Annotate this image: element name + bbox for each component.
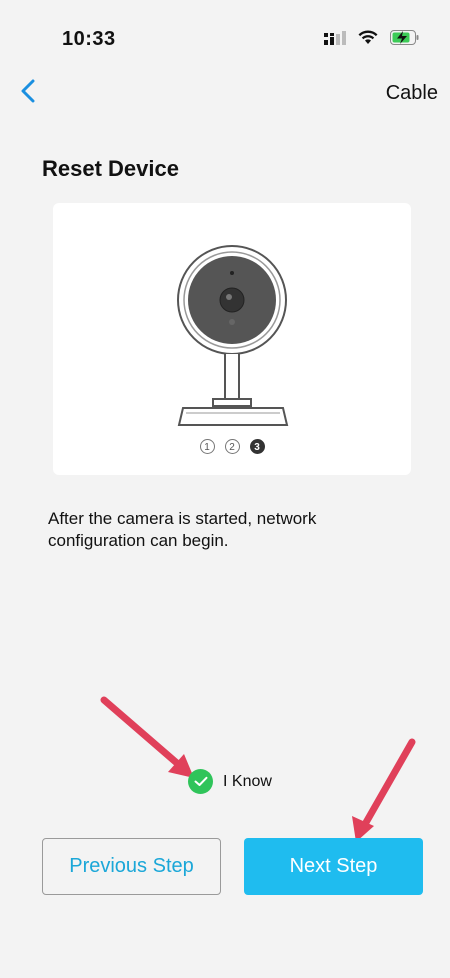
camera-image	[177, 245, 289, 426]
red-arrow-icon-right	[352, 738, 416, 842]
page-title: Reset Device	[42, 156, 179, 181]
i-know-checkbox[interactable]: I Know	[188, 769, 272, 794]
i-know-label: I Know	[223, 772, 272, 790]
back-button[interactable]	[14, 76, 42, 110]
red-arrow-icon-left	[100, 696, 194, 778]
cable-button[interactable]: Cable	[386, 82, 438, 105]
description-text: After the camera is started, network con…	[48, 509, 317, 550]
step-indicator: 1 2 3	[53, 439, 411, 454]
previous-step-button[interactable]: Previous Step	[42, 838, 221, 895]
status-time: 10:33	[62, 28, 116, 50]
step-2: 2	[224, 439, 240, 454]
battery-charging-icon	[390, 30, 420, 50]
navigation-bar: Cable	[0, 76, 450, 116]
step-3-active: 3	[249, 439, 265, 454]
annotation-arrows	[100, 696, 416, 842]
camera-illustration: 1 2 3	[53, 203, 411, 475]
next-step-button[interactable]: Next Step	[244, 838, 423, 895]
cellular-signal-icon	[324, 30, 346, 50]
checkmark-icon	[188, 769, 213, 794]
chevron-left-icon	[21, 79, 35, 108]
step-1: 1	[199, 439, 215, 454]
status-icons	[324, 30, 420, 50]
wifi-icon	[358, 30, 378, 50]
status-bar: 10:33	[0, 0, 450, 80]
